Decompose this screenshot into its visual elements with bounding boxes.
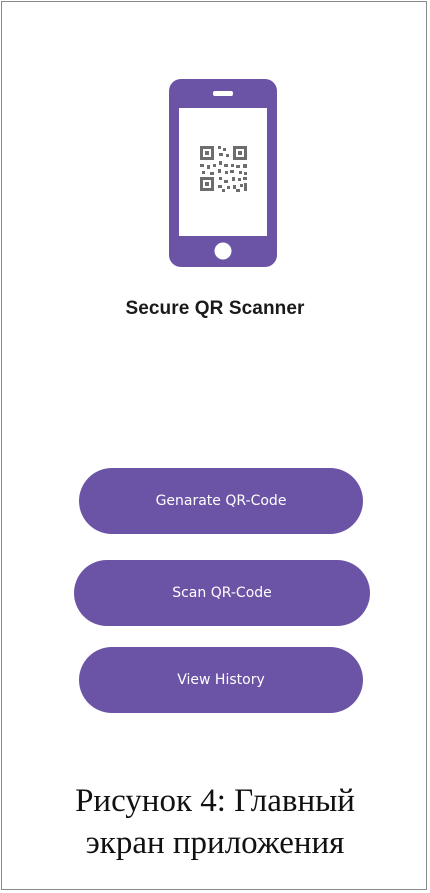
phone-qr-icon (169, 79, 277, 267)
scan-qr-button[interactable]: Scan QR-Code (74, 560, 370, 626)
app-title: Secure QR Scanner (125, 298, 305, 319)
view-history-button[interactable]: View History (79, 647, 363, 713)
caption-line-1: Рисунок 4: Главный (75, 783, 355, 819)
figure-caption: Рисунок 4: Главный экран приложения (0, 780, 430, 864)
caption-line-2: экран приложения (85, 825, 345, 861)
generate-qr-button[interactable]: Genarate QR-Code (79, 468, 363, 534)
